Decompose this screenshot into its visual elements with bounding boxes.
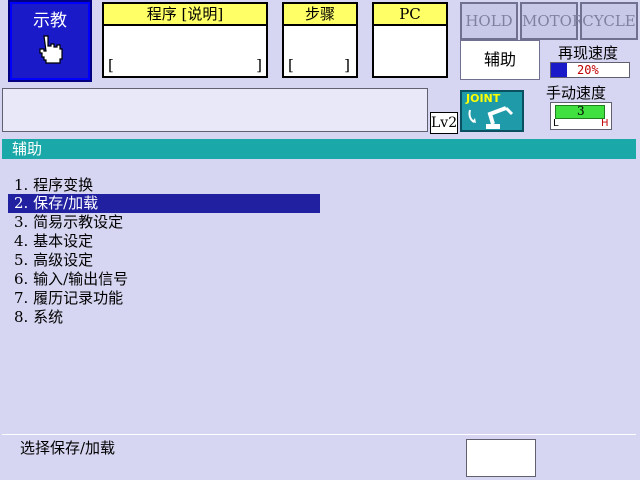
program-bracket-right: ] — [256, 56, 262, 74]
message-bar — [2, 88, 428, 132]
program-panel[interactable]: 程序 [说明] [ ] — [102, 2, 268, 78]
pc-panel[interactable]: PC — [372, 2, 448, 78]
menu-item-simple-teach-settings[interactable]: 3. 简易示教设定 — [8, 213, 320, 232]
manual-speed-value: 3 — [577, 104, 585, 118]
manual-speed-meter[interactable]: 3 L H — [550, 102, 612, 130]
hold-status: HOLD — [460, 2, 518, 40]
program-bracket-left: [ — [108, 56, 114, 74]
replay-speed-meter[interactable]: 20% — [550, 62, 630, 78]
joint-coordinate-button[interactable]: JOINT — [460, 90, 524, 132]
assist-button[interactable]: 辅助 — [460, 40, 540, 80]
robot-arm-icon — [468, 106, 514, 129]
input-box[interactable] — [466, 439, 536, 477]
menu-item-program-conversion[interactable]: 1. 程序变换 — [8, 176, 320, 195]
step-panel[interactable]: 步骤 [ ] — [282, 2, 358, 78]
replay-speed-label: 再现速度 — [558, 44, 619, 62]
pc-panel-title: PC — [374, 4, 446, 26]
step-bracket-right: ] — [344, 56, 350, 74]
menu-item-system[interactable]: 8. 系统 — [8, 308, 320, 327]
teach-mode-button[interactable]: 示教 — [8, 0, 92, 82]
menu-item-history-log[interactable]: 7. 履历记录功能 — [8, 289, 320, 308]
replay-speed-fill — [551, 63, 567, 77]
menu-item-basic-settings[interactable]: 4. 基本设定 — [8, 232, 320, 251]
cycle-status: CYCLE — [580, 2, 638, 40]
replay-speed-value: 20% — [577, 63, 599, 77]
section-title: 辅助 — [2, 139, 636, 159]
menu-item-advanced-settings[interactable]: 5. 高级设定 — [8, 251, 320, 270]
manual-speed-low: L — [553, 118, 559, 129]
step-bracket-left: [ — [288, 56, 294, 74]
user-level-badge: Lv2 — [430, 112, 458, 134]
manual-speed-high: H — [601, 118, 609, 129]
motor-status: MOTOR — [520, 2, 583, 40]
mode-label: 示教 — [33, 11, 67, 31]
hand-pointer-icon — [39, 35, 63, 64]
menu-item-io-signals[interactable]: 6. 输入/输出信号 — [8, 270, 320, 289]
prompt-message: 选择保存/加载 — [20, 439, 116, 457]
menu-item-save-load[interactable]: 2. 保存/加载 — [8, 194, 320, 213]
program-panel-title: 程序 [说明] — [104, 4, 266, 26]
step-panel-title: 步骤 — [284, 4, 356, 26]
manual-speed-label: 手动速度 — [546, 84, 607, 102]
